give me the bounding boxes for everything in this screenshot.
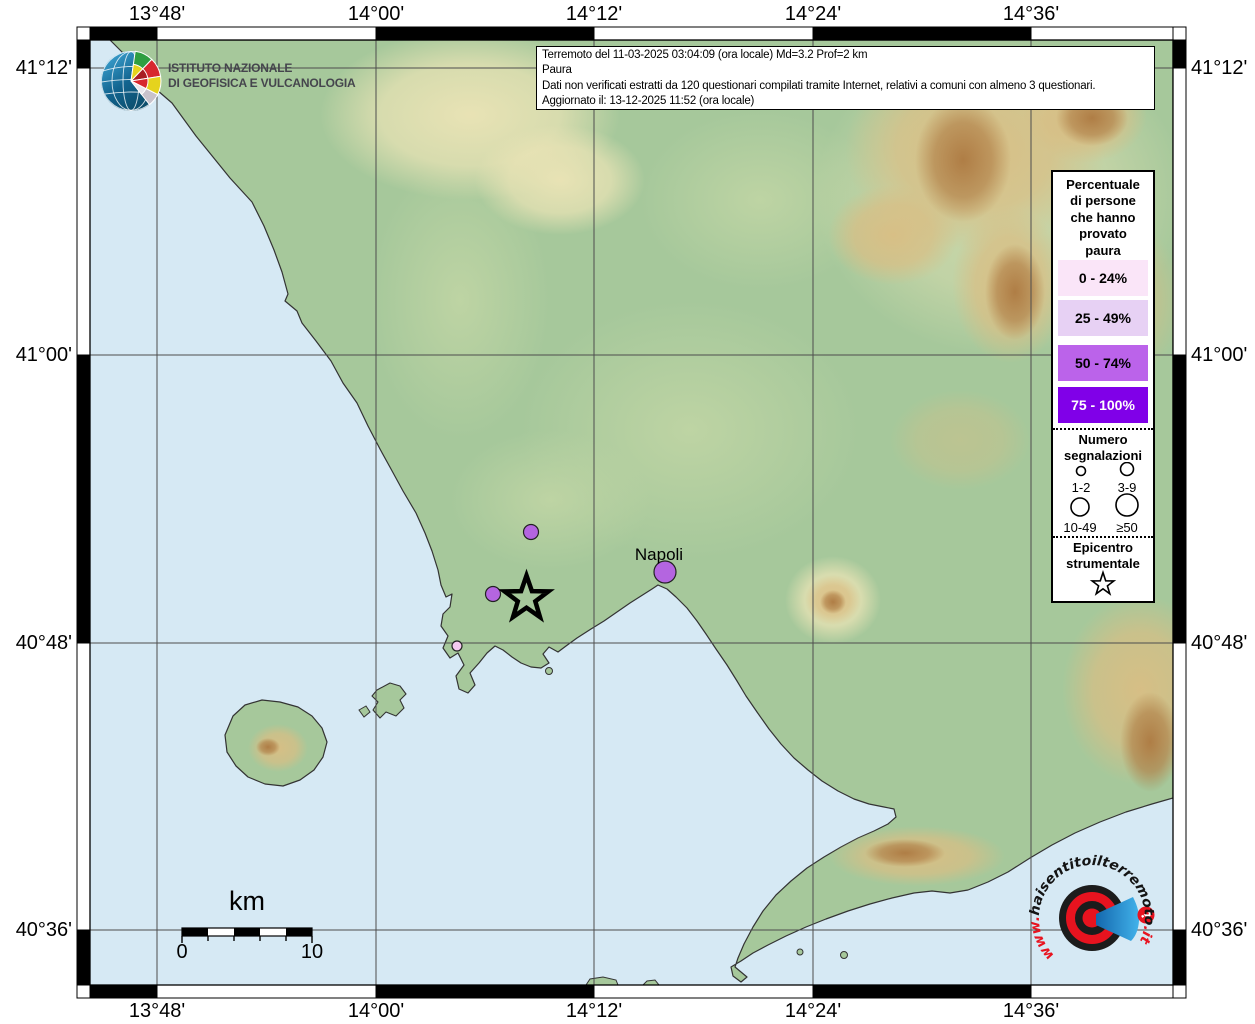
legend-box: Percentuale di persone che hanno provato… [1051, 170, 1155, 603]
lon-label-bottom: 14°00' [316, 1000, 436, 1023]
macroseismic-map-page: ? www.haisentitoilterremoto.it 13°48' 14… [0, 0, 1255, 1024]
lat-label-right: 40°48' [1191, 632, 1255, 655]
lon-label-top: 14°24' [753, 3, 873, 26]
legend-reports-title: segnalazioni [1053, 448, 1153, 463]
legend-class-swatch: 50 - 74% [1058, 345, 1148, 381]
lon-label-top: 14°12' [534, 3, 654, 26]
lon-label-top: 13°48' [97, 3, 217, 26]
legend-fear-title: di persone [1053, 193, 1153, 208]
legend-fear-title: che hanno [1053, 210, 1153, 225]
island-nisida [546, 668, 553, 675]
legend-divider [1053, 428, 1153, 430]
event-info-line3: Dati non verificati estratti da 120 ques… [542, 79, 1149, 94]
legend-report-sizes: 1-2 3-9 10-49 ≥50 [1053, 462, 1153, 536]
scalebar-start-label: 0 [167, 941, 197, 964]
lat-label-left: 41°00' [2, 344, 72, 367]
report-dot [524, 525, 539, 540]
ingv-globe-icon [101, 51, 161, 111]
lat-label-left: 41°12' [2, 57, 72, 80]
islet-li-galli-1 [797, 949, 803, 955]
size-circle-50 [1116, 494, 1138, 516]
lat-label-right: 41°00' [1191, 344, 1255, 367]
report-dot [452, 641, 462, 651]
ingv-logo-text-line2: DI GEOFISICA E VULCANOLOGIA [168, 76, 356, 90]
legend-reports-title: Numero [1053, 432, 1153, 447]
lon-label-bottom: 13°48' [97, 1000, 217, 1023]
event-info-line4: Aggiornato il: 13-12-2025 11:52 (ora loc… [542, 94, 1149, 109]
legend-fear-title: paura [1053, 243, 1153, 258]
lat-label-right: 41°12' [1191, 57, 1255, 80]
lat-label-left: 40°36' [2, 919, 72, 942]
size-label: 10-49 [1063, 520, 1096, 535]
lon-label-top: 14°00' [316, 3, 436, 26]
legend-class-swatch: 75 - 100% [1058, 387, 1148, 423]
event-info-box: Terremoto del 11-03-2025 03:04:09 (ora l… [536, 46, 1155, 110]
city-label-napoli: Napoli [609, 545, 709, 565]
lon-label-top: 14°36' [971, 3, 1091, 26]
size-circle-3-9 [1121, 463, 1134, 476]
ingv-logo-text-line1: ISTITUTO NAZIONALE [168, 61, 292, 75]
lon-label-bottom: 14°12' [534, 1000, 654, 1023]
size-circle-1-2 [1077, 467, 1086, 476]
scalebar-end-label: 10 [297, 941, 327, 964]
event-info-line2: Paura [542, 63, 1149, 78]
report-dot [486, 587, 501, 602]
legend-fear-title: provato [1053, 226, 1153, 241]
lon-label-bottom: 14°24' [753, 1000, 873, 1023]
size-circle-10-49 [1071, 498, 1089, 516]
legend-class-swatch: 25 - 49% [1058, 300, 1148, 336]
size-label: ≥50 [1116, 520, 1138, 535]
scalebar-unit-label: km [197, 886, 297, 917]
legend-epicenter-star [1053, 570, 1153, 600]
legend-epicenter-title: Epicentro [1053, 540, 1153, 555]
size-label: 1-2 [1072, 480, 1091, 495]
size-label: 3-9 [1118, 480, 1137, 495]
islet-li-galli-2 [841, 952, 848, 959]
lon-label-bottom: 14°36' [971, 1000, 1091, 1023]
lat-label-right: 40°36' [1191, 919, 1255, 942]
event-info-line1: Terremoto del 11-03-2025 03:04:09 (ora l… [542, 48, 1149, 63]
legend-divider [1053, 536, 1153, 538]
lat-label-left: 40°48' [2, 632, 72, 655]
legend-epicenter-title: strumentale [1053, 556, 1153, 571]
legend-fear-title: Percentuale [1053, 177, 1153, 192]
legend-class-swatch: 0 - 24% [1058, 260, 1148, 296]
